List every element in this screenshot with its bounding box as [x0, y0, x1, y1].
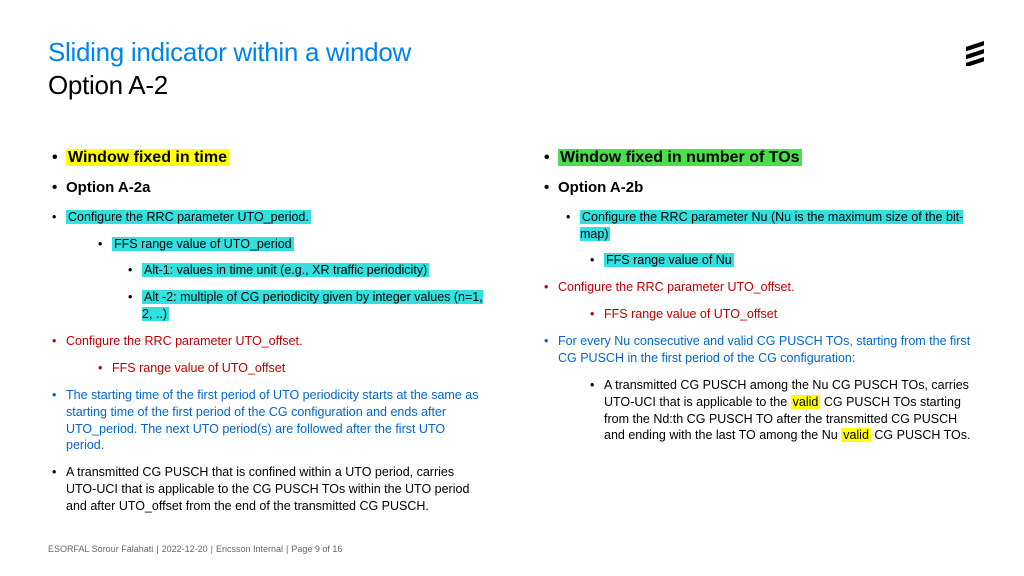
list-item: FFS range value of UTO_offset — [540, 306, 976, 323]
list-item: FFS range value of Nu — [540, 252, 976, 269]
left-heading-2: Option A-2a — [48, 178, 484, 198]
left-column: Window fixed in time Option A-2a Configu… — [48, 147, 484, 525]
footer: ESORFAL Sorour Falahati|2022-12-20|Erics… — [48, 544, 342, 554]
list-item: Configure the RRC parameter UTO_offset. — [48, 333, 484, 350]
footer-author: ESORFAL Sorour Falahati — [48, 544, 153, 554]
list-item: Alt-1: values in time unit (e.g., XR tra… — [48, 262, 484, 279]
right-heading-2: Option A-2b — [540, 178, 976, 198]
list-item: For every Nu consecutive and valid CG PU… — [540, 333, 976, 367]
list-item: FFS range value of UTO_offset — [48, 360, 484, 377]
columns: Window fixed in time Option A-2a Configu… — [48, 147, 976, 525]
slide-subtitle: Option A-2 — [48, 70, 976, 101]
slide: Sliding indicator within a window Option… — [0, 0, 1024, 576]
list-item: A transmitted CG PUSCH that is confined … — [48, 464, 484, 515]
left-heading-1: Window fixed in time — [48, 147, 484, 169]
list-item: FFS range value of UTO_period — [48, 236, 484, 253]
right-column: Window fixed in number of TOs Option A-2… — [540, 147, 976, 525]
list-item: Configure the RRC parameter UTO_offset. — [540, 279, 976, 296]
footer-page: Page 9 of 16 — [291, 544, 342, 554]
slide-title: Sliding indicator within a window — [48, 38, 976, 68]
list-item: The starting time of the first period of… — [48, 387, 484, 455]
footer-date: 2022-12-20 — [162, 544, 208, 554]
ericsson-logo-icon — [966, 38, 984, 71]
list-item: Configure the RRC parameter Nu (Nu is th… — [540, 209, 976, 243]
list-item: A transmitted CG PUSCH among the Nu CG P… — [540, 377, 976, 445]
list-item: Alt -2: multiple of CG periodicity given… — [48, 289, 484, 323]
footer-classification: Ericsson Internal — [216, 544, 283, 554]
right-heading-1: Window fixed in number of TOs — [540, 147, 976, 169]
list-item: Configure the RRC parameter UTO_period. — [48, 209, 484, 226]
